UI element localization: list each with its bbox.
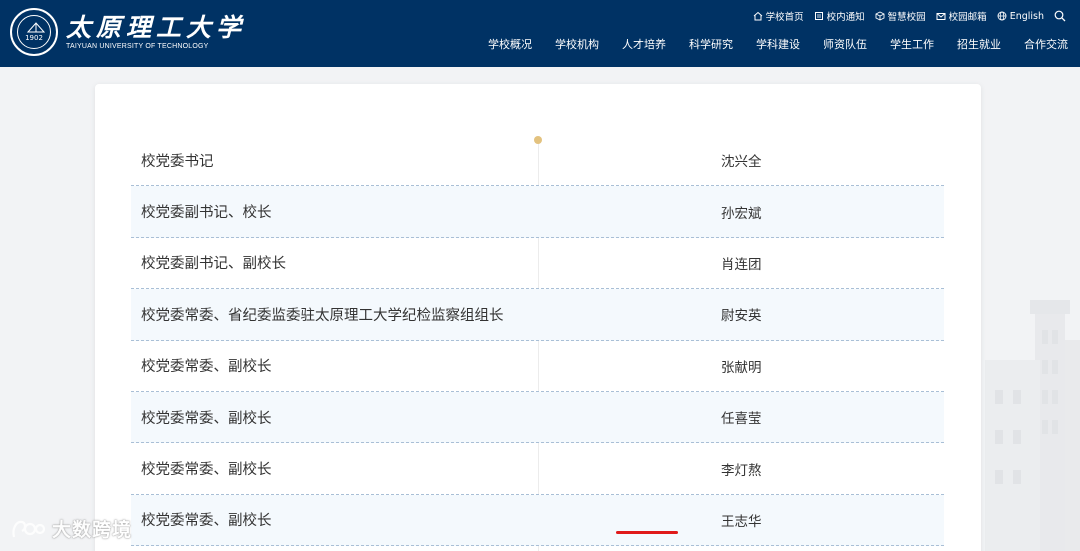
toplink-smart-campus[interactable]: 智慧校园 (875, 9, 926, 23)
leader-title: 校党委副书记、副校长 (141, 256, 286, 273)
search-icon (1054, 10, 1066, 22)
home-icon (753, 11, 762, 21)
nav-item-disciplines[interactable]: 学科建设 (745, 36, 812, 52)
toplink-english[interactable]: English (997, 11, 1044, 22)
nav-item-about[interactable]: 学校概况 (477, 36, 544, 52)
table-row: 校党委常委、副校长 李灯熬 (131, 443, 944, 495)
toplink-label: English (1009, 10, 1044, 22)
toplink-label: 智慧校园 (887, 12, 926, 23)
toplink-label: 校园邮箱 (948, 12, 987, 23)
table-row: 校党委副书记、副校长 肖连团 (131, 238, 944, 290)
watermark-text: 大数跨境 (52, 519, 133, 541)
logo-chinese-name: 太原理工大学 (66, 13, 247, 42)
cube-icon (875, 11, 885, 21)
leader-name[interactable]: 李灯熬 (721, 459, 762, 479)
toplink-label: 学校首页 (765, 12, 804, 23)
university-seal-icon: 1902 (10, 8, 58, 56)
toplink-label: 校内通知 (826, 12, 865, 23)
leader-name[interactable]: 肖连团 (721, 253, 762, 273)
nav-item-students[interactable]: 学生工作 (879, 36, 946, 52)
leader-name[interactable]: 尉安英 (721, 304, 762, 324)
notice-icon (814, 12, 823, 20)
table-row: 校党委副书记、校长 孙宏斌 (131, 186, 944, 238)
leadership-card: 校党委书记 沈兴全 校党委副书记、校长 孙宏斌 校党委副书记、副校长 肖连团 校… (95, 84, 981, 551)
nav-item-education[interactable]: 人才培养 (611, 36, 678, 52)
main-navigation: 学校概况 学校机构 人才培养 科学研究 学科建设 师资队伍 学生工作 招生就业 … (477, 36, 1068, 52)
nav-item-admissions[interactable]: 招生就业 (946, 36, 1013, 52)
leader-name[interactable]: 王志华 (721, 510, 762, 530)
logo-english-name: TAIYUAN UNIVERSITY OF TECHNOLOGY (66, 43, 209, 50)
nav-item-departments[interactable]: 学校机构 (544, 36, 611, 52)
table-row: 校党委常委、副校长 王志华 (131, 494, 944, 547)
campus-building-illustration (985, 300, 1080, 551)
watermark-logo-icon (12, 520, 46, 537)
leader-title: 校党委常委、副校长 (141, 410, 272, 427)
watermark: 大数跨境 (10, 515, 132, 542)
globe-icon (997, 11, 1007, 21)
seal-year: 1902 (25, 34, 43, 42)
toplink-mail[interactable]: 校园邮箱 (936, 9, 987, 23)
table-row: 校党委常委、副校长 任喜莹 (131, 391, 944, 444)
leadership-table: 校党委书记 沈兴全 校党委副书记、校长 孙宏斌 校党委副书记、副校长 肖连团 校… (131, 135, 944, 547)
university-logo[interactable]: 1902 太原理工大学 TAIYUAN UNIVERSITY OF TECHNO… (10, 8, 246, 56)
table-row: 校党委常委、副校长 张献明 (131, 341, 944, 392)
top-utility-links: 学校首页 校内通知 智慧校园 校园邮箱 English (753, 9, 1066, 23)
leader-name[interactable]: 孙宏斌 (721, 202, 762, 222)
leader-title: 校党委书记 (141, 153, 214, 170)
highlight-underline (616, 531, 678, 534)
leader-title: 校党委常委、副校长 (141, 513, 272, 530)
toplink-home[interactable]: 学校首页 (753, 9, 804, 23)
leader-name[interactable]: 任喜莹 (721, 407, 762, 427)
search-button[interactable] (1054, 10, 1066, 22)
mail-icon (936, 13, 946, 20)
leader-title: 校党委常委、副校长 (141, 359, 272, 376)
site-header: 1902 太原理工大学 TAIYUAN UNIVERSITY OF TECHNO… (0, 0, 1080, 67)
nav-item-faculty[interactable]: 师资队伍 (812, 36, 879, 52)
leader-title: 校党委常委、省纪委监委驻太原理工大学纪检监察组组长 (141, 307, 504, 324)
nav-item-cooperation[interactable]: 合作交流 (1013, 36, 1068, 52)
table-row: 校党委书记 沈兴全 (131, 135, 944, 187)
leader-title: 校党委副书记、校长 (141, 205, 272, 222)
leader-title: 校党委常委、副校长 (141, 462, 272, 479)
leader-name[interactable]: 沈兴全 (721, 150, 762, 170)
toplink-notice[interactable]: 校内通知 (814, 9, 865, 23)
leader-name[interactable]: 张献明 (721, 356, 762, 376)
nav-item-research[interactable]: 科学研究 (678, 36, 745, 52)
table-row: 校党委常委、省纪委监委驻太原理工大学纪检监察组组长 尉安英 (131, 289, 944, 341)
